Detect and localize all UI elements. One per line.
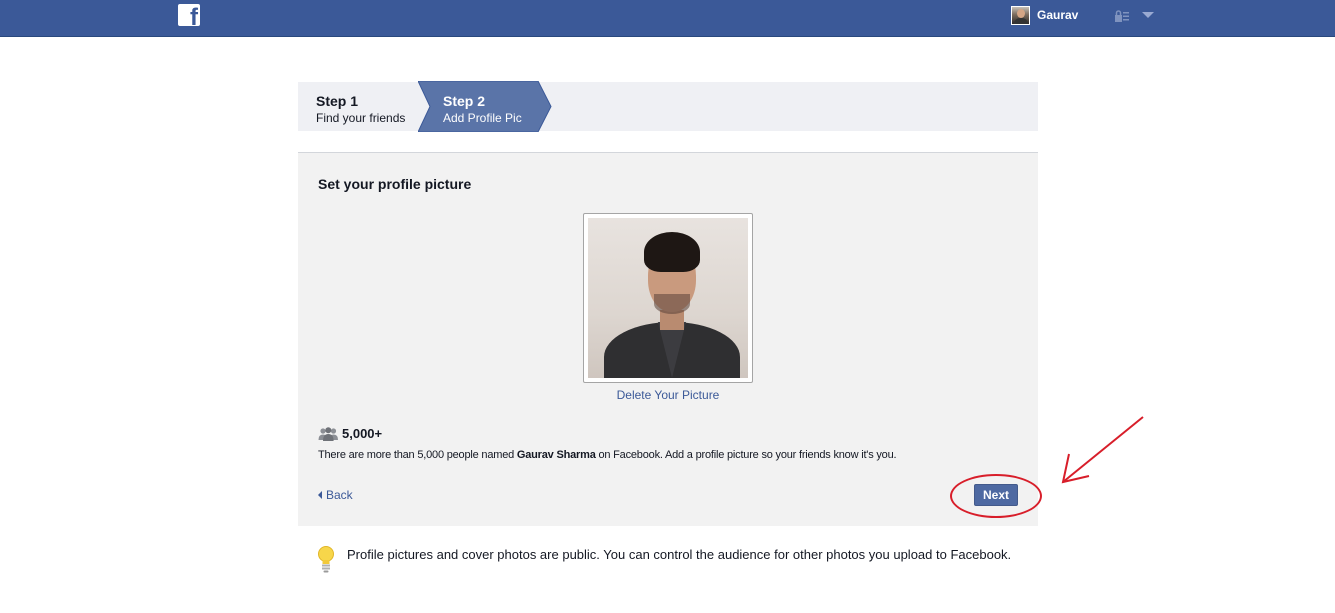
step-1-subtitle: Find your friends — [316, 111, 406, 125]
step-2-title: Step 2 — [443, 93, 486, 109]
annotation-arrow — [1061, 416, 1144, 484]
chevron-down-icon[interactable] — [1142, 12, 1154, 18]
privacy-tip: Profile pictures and cover photos are pu… — [317, 546, 1027, 574]
privacy-tip-text: Profile pictures and cover photos are pu… — [347, 547, 1012, 562]
back-label: Back — [326, 488, 353, 502]
profile-photo[interactable] — [583, 213, 753, 383]
step-2-subtitle: Add Profile Pic — [443, 111, 522, 125]
progress-steps: Step 1 Find your friends — [298, 82, 1038, 131]
user-profile-link[interactable]: Gaurav — [1011, 5, 1078, 25]
name-count: 5,000+ — [342, 426, 383, 441]
people-icon — [318, 426, 338, 441]
delete-picture-link[interactable]: Delete Your Picture — [298, 388, 1038, 402]
lock-icon[interactable] — [1114, 9, 1130, 23]
user-name: Gaurav — [1037, 8, 1079, 22]
name-count-row: 5,000+ — [318, 426, 382, 441]
logo-letter: f — [190, 4, 198, 27]
annotation-circle — [950, 474, 1042, 518]
step-2-active: Step 2 Add Profile Pic — [418, 81, 552, 132]
profile-photo-image — [588, 218, 748, 378]
profile-picture-panel: Set your profile picture Delete Your Pic… — [298, 152, 1038, 526]
facebook-logo-icon[interactable]: f — [178, 4, 200, 26]
back-caret-icon — [318, 491, 322, 499]
user-avatar — [1011, 5, 1030, 25]
name-count-description: There are more than 5,000 people named G… — [318, 449, 897, 461]
panel-title: Set your profile picture — [318, 176, 472, 192]
step-1-title: Step 1 — [316, 93, 359, 109]
lightbulb-icon — [318, 546, 334, 573]
top-navigation-bar: f Gaurav — [0, 0, 1335, 37]
step-1: Step 1 Find your friends — [316, 93, 405, 125]
searched-name: Gaurav Sharma — [516, 449, 596, 461]
back-link[interactable]: Back — [318, 488, 353, 502]
